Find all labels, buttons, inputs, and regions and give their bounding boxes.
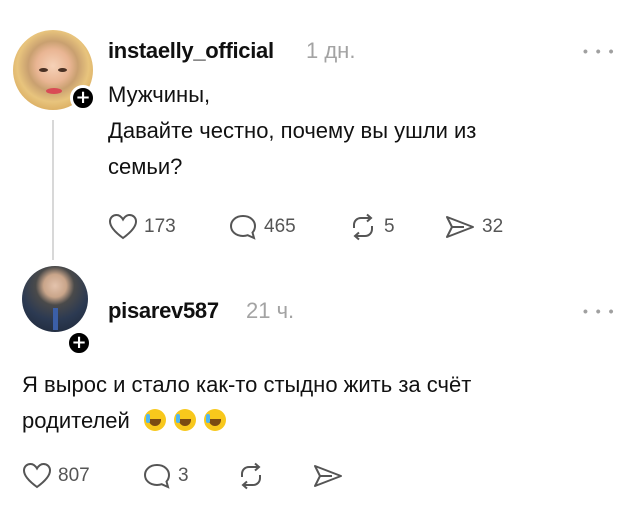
reply-like-count: 807 (58, 465, 90, 486)
reply-comment-button[interactable]: 3 (142, 462, 189, 490)
post-username[interactable]: instaelly_official (108, 38, 274, 64)
reply-more-icon[interactable]: • • • (583, 303, 615, 319)
post-like-count: 173 (144, 216, 176, 237)
post-time: 1 дн. (306, 38, 356, 63)
post-repost-button[interactable]: 5 (348, 213, 395, 241)
avatar-eye (58, 68, 67, 72)
follow-plus-icon[interactable]: + (70, 85, 96, 111)
post-like-button[interactable]: 173 (108, 213, 176, 241)
post-repost-count: 5 (384, 216, 395, 237)
reply-text-line: Я вырос и стало как-то стыдно жить за сч… (22, 372, 472, 397)
reply-share-button[interactable] (312, 462, 344, 490)
follow-plus-icon[interactable]: + (66, 330, 92, 356)
post-share-count: 32 (482, 216, 504, 237)
reply-text-line-2: родителей (22, 403, 227, 439)
post-share-button[interactable]: 32 (444, 213, 503, 241)
repost-icon (241, 462, 261, 490)
reply-comment-count: 3 (178, 465, 189, 486)
reply-time: 21 ч. (246, 298, 295, 323)
rolling-on-floor-laughing-emoji (204, 409, 227, 431)
reply-author-avatar[interactable] (22, 266, 88, 332)
post-more-icon[interactable]: • • • (583, 43, 615, 59)
post-text-line: Мужчины, (108, 82, 211, 107)
avatar-eye (39, 68, 48, 72)
reply-repost-button[interactable] (236, 462, 266, 490)
share-icon (314, 465, 342, 487)
reply-text: родителей (22, 408, 130, 433)
post-comment-button[interactable]: 465 (228, 213, 296, 241)
rolling-on-floor-laughing-emoji (174, 409, 197, 431)
avatar-lips (46, 88, 62, 94)
thread-line (52, 120, 54, 260)
avatar-tie (53, 308, 58, 330)
reply-username[interactable]: pisarev587 (108, 298, 219, 324)
post-text-line: семьи? (108, 154, 183, 179)
share-icon (446, 216, 474, 238)
reply-like-button[interactable]: 807 (22, 462, 90, 490)
post-comment-count: 465 (264, 216, 296, 237)
comment-icon (143, 463, 171, 489)
rolling-on-floor-laughing-emoji (143, 409, 166, 431)
repost-icon (353, 213, 373, 241)
heart-icon (108, 213, 138, 240)
post-text-line: Давайте честно, почему вы ушли из (108, 118, 477, 143)
comment-icon (229, 214, 257, 240)
heart-icon (22, 462, 52, 489)
